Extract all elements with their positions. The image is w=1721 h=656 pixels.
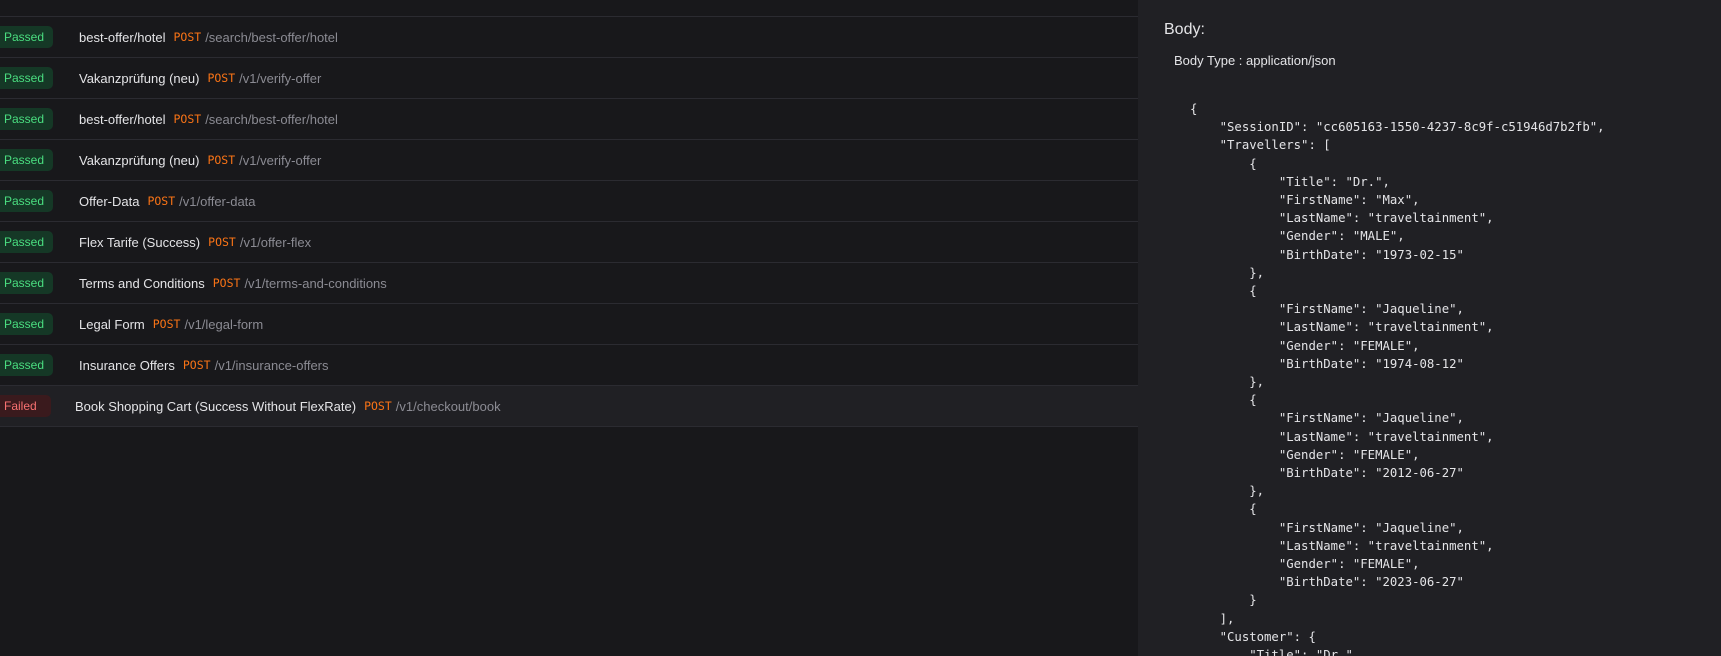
app-window: Passed best-offer/hotel POST /search/bes… [0, 0, 1721, 656]
request-path: /v1/legal-form [184, 316, 264, 332]
status-badge: Failed [0, 395, 51, 417]
request-path: /v1/insurance-offers [214, 357, 329, 373]
list-header-spacer [0, 0, 1138, 17]
request-method: POST [364, 399, 392, 413]
request-row[interactable]: Passed Offer-Data POST /v1/offer-data [0, 181, 1138, 222]
status-badge: Passed [0, 67, 53, 89]
body-type-label: Body Type : application/json [1174, 53, 1336, 68]
request-name: best-offer/hotel [79, 29, 166, 45]
json-body-code: { "SessionID": "cc605163-1550-4237-8c9f-… [1190, 102, 1605, 656]
status-badge: Passed [0, 149, 53, 171]
request-name: Flex Tarife (Success) [79, 234, 201, 250]
request-name: Vakanzprüfung (neu) [79, 70, 200, 86]
request-method: POST [152, 317, 181, 331]
request-method: POST [173, 112, 202, 126]
request-method: POST [207, 153, 236, 167]
status-badge: Passed [0, 313, 53, 335]
request-path: /v1/verify-offer [239, 152, 322, 168]
request-path: /v1/checkout/book [395, 398, 501, 414]
status-badge: Passed [0, 108, 53, 130]
request-method: POST [212, 276, 241, 290]
request-path: /v1/terms-and-conditions [244, 275, 387, 291]
body-heading: Body: [1164, 21, 1205, 38]
request-row[interactable]: Passed Legal Form POST /v1/legal-form [0, 304, 1138, 345]
request-method: POST [207, 71, 236, 85]
request-name: Legal Form [79, 316, 145, 332]
status-badge: Passed [0, 231, 53, 253]
request-path: /search/best-offer/hotel [205, 29, 338, 45]
request-name: Terms and Conditions [79, 275, 205, 291]
request-row-selected[interactable]: Failed Book Shopping Cart (Success Witho… [0, 386, 1138, 427]
request-name: Book Shopping Cart (Success Without Flex… [75, 398, 357, 414]
request-row[interactable]: Passed best-offer/hotel POST /search/bes… [0, 17, 1138, 58]
request-method: POST [147, 194, 176, 208]
request-row[interactable]: Passed best-offer/hotel POST /search/bes… [0, 99, 1138, 140]
request-name: Insurance Offers [79, 357, 175, 373]
status-badge: Passed [0, 354, 53, 376]
request-path: /search/best-offer/hotel [205, 111, 338, 127]
request-name: Vakanzprüfung (neu) [79, 152, 200, 168]
request-name: best-offer/hotel [79, 111, 166, 127]
request-row[interactable]: Passed Terms and Conditions POST /v1/ter… [0, 263, 1138, 304]
request-path: /v1/offer-flex [239, 234, 312, 250]
request-body-panel: Body: Body Type : application/json { "Se… [1138, 0, 1721, 656]
request-row[interactable]: Passed Insurance Offers POST /v1/insuran… [0, 345, 1138, 386]
request-row[interactable]: Passed Flex Tarife (Success) POST /v1/of… [0, 222, 1138, 263]
request-method: POST [182, 358, 211, 372]
request-path: /v1/offer-data [179, 193, 256, 209]
request-method: POST [208, 235, 236, 249]
status-badge: Passed [0, 26, 53, 48]
request-method: POST [173, 30, 202, 44]
status-badge: Passed [0, 190, 53, 212]
status-badge: Passed [0, 272, 53, 294]
request-path: /v1/verify-offer [239, 70, 322, 86]
request-name: Offer-Data [79, 193, 140, 209]
request-row[interactable]: Passed Vakanzprüfung (neu) POST /v1/veri… [0, 58, 1138, 99]
request-results-list: Passed best-offer/hotel POST /search/bes… [0, 0, 1138, 656]
request-row[interactable]: Passed Vakanzprüfung (neu) POST /v1/veri… [0, 140, 1138, 181]
